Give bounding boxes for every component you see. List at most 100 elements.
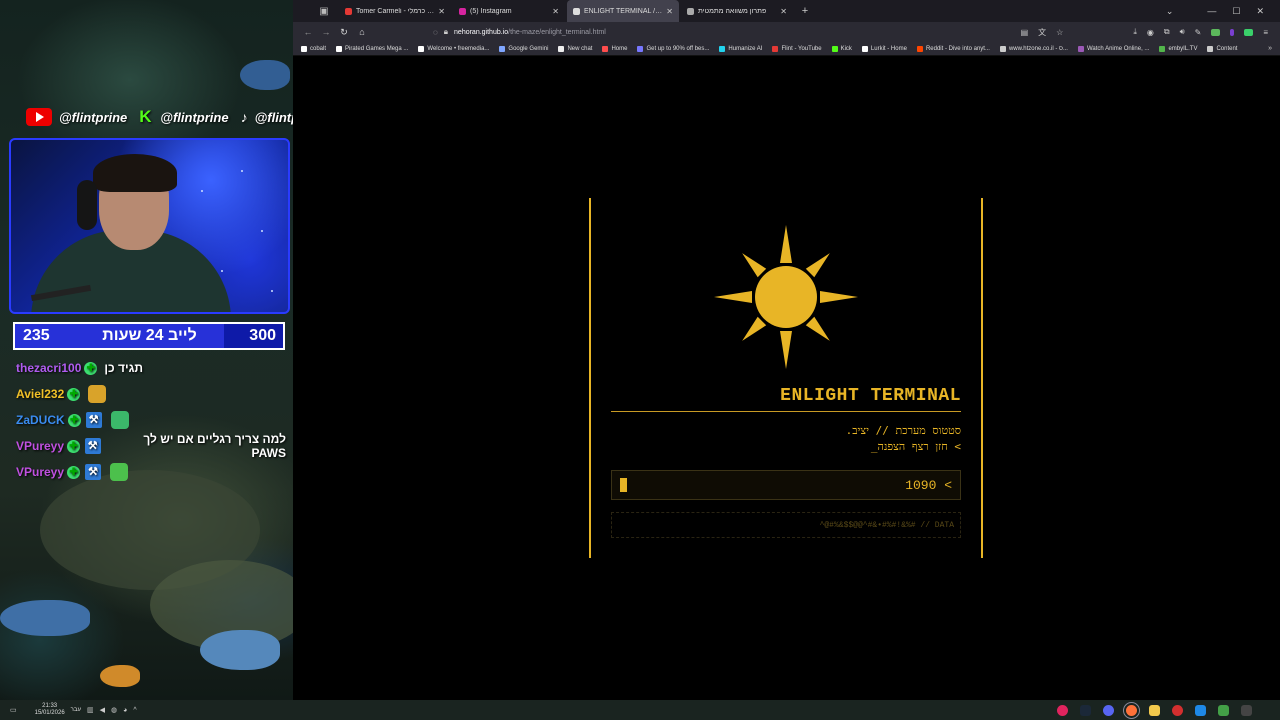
bookmark-item[interactable]: embyIL.TV bbox=[1159, 45, 1197, 52]
subathon-counter: 235 לייב 24 שעות 300 bbox=[13, 322, 285, 350]
url-path: /the-maze/enlight_terminal.html bbox=[508, 28, 606, 36]
bookmark-item[interactable]: cobalt bbox=[301, 45, 326, 52]
browser-tab[interactable]: ENLIGHT TERMINAL / אנליגיט ✕ bbox=[567, 0, 679, 22]
home-button[interactable]: ⌂ bbox=[353, 27, 371, 37]
maximize-button[interactable]: ☐ bbox=[1232, 6, 1240, 17]
bookmarks-overflow-icon[interactable]: » bbox=[1268, 45, 1272, 52]
bookmark-item[interactable]: Get up to 90% off bes... bbox=[637, 45, 710, 52]
url-bar[interactable]: ◌ 🔒︎ nehoran.github.io/the-maze/enlight_… bbox=[433, 24, 606, 40]
extension-icon[interactable] bbox=[1211, 28, 1221, 36]
bookmark-item[interactable]: Watch Anime Online, ... bbox=[1077, 45, 1150, 52]
bookmark-favicon-icon bbox=[1159, 45, 1166, 52]
bookmark-star-icon[interactable]: ☆ bbox=[1056, 28, 1063, 37]
volume-icon[interactable]: ◀ bbox=[100, 706, 105, 714]
bookmark-item[interactable]: Welcome • freemedia... bbox=[418, 45, 489, 52]
reader-view-icon[interactable]: ▤ bbox=[1021, 28, 1029, 37]
translate-icon[interactable]: 文 bbox=[1038, 27, 1046, 38]
bookmark-label: Home bbox=[611, 45, 628, 52]
extension-icon[interactable] bbox=[1230, 28, 1235, 36]
file-explorer-icon[interactable] bbox=[1149, 704, 1160, 716]
sun-ray bbox=[742, 316, 767, 341]
clock[interactable]: 21:33 15/01/2026 bbox=[35, 703, 65, 717]
bookmark-favicon-icon bbox=[999, 45, 1006, 52]
chat-username[interactable]: VPureyy bbox=[16, 465, 64, 479]
streamer-hair bbox=[93, 154, 177, 192]
bookmark-item[interactable]: Google Gemini bbox=[499, 45, 549, 52]
extension-icon[interactable] bbox=[1244, 28, 1254, 36]
browser-tab[interactable]: (5) Instagram ✕ bbox=[453, 0, 565, 22]
tiktok-icon: ♪ bbox=[240, 109, 248, 125]
chat-text: תגיד כן bbox=[104, 361, 143, 375]
close-tab-icon[interactable]: ✕ bbox=[666, 7, 673, 16]
bookmark-favicon-icon bbox=[499, 45, 506, 52]
tab-list-icon[interactable]: ▣ bbox=[313, 0, 335, 22]
chat-message: ZaDUCK ✚ ⚒ bbox=[16, 407, 286, 433]
bookmark-item[interactable]: Home bbox=[602, 45, 628, 52]
reload-button[interactable]: ↻ bbox=[335, 27, 353, 38]
steam-icon[interactable] bbox=[1080, 704, 1091, 716]
chevron-up-icon[interactable]: ^ bbox=[133, 707, 136, 714]
app-icon[interactable] bbox=[1218, 704, 1229, 716]
bookmark-label: Google Gemini bbox=[508, 45, 549, 52]
app-icon[interactable] bbox=[1195, 704, 1206, 716]
firefox-icon[interactable] bbox=[1123, 701, 1140, 719]
extension-icon[interactable]: ✎ bbox=[1195, 28, 1202, 37]
chat-list: thezacri100 ✚ תגיד כן Aviel232 ✚ ZaDUCK ✚ ⚒ VPur… bbox=[16, 355, 286, 485]
bookmark-item[interactable]: Lurkit - Home bbox=[861, 45, 907, 52]
taskbar-apps bbox=[1057, 701, 1280, 719]
network-icon[interactable]: ◍ bbox=[111, 706, 117, 714]
app-icon[interactable] bbox=[1057, 704, 1068, 716]
browser-window: ▣ Tomer Carmeli - תומר כרמלי - Y✕(5) Ins… bbox=[293, 0, 1280, 700]
new-tab-button[interactable]: + bbox=[795, 5, 815, 17]
back-button[interactable]: ← bbox=[299, 27, 317, 37]
app-icon[interactable] bbox=[1172, 704, 1183, 716]
audio-icon[interactable]: 🔊︎ bbox=[1180, 27, 1185, 37]
close-tab-icon[interactable]: ✕ bbox=[438, 7, 445, 16]
downloads-icon[interactable]: ⤓ bbox=[1133, 27, 1137, 37]
minimize-button[interactable]: — bbox=[1207, 6, 1216, 16]
chevron-down-icon[interactable]: ⌄ bbox=[1166, 6, 1174, 17]
extensions-icon[interactable]: ⧉ bbox=[1164, 27, 1170, 37]
bookmark-item[interactable]: Humanize AI bbox=[719, 45, 762, 52]
notification-icon[interactable]: ▭ bbox=[10, 706, 17, 714]
sub-badge-icon: ✚ bbox=[67, 439, 80, 453]
discord-icon[interactable] bbox=[1103, 704, 1114, 716]
bookmark-label: Get up to 90% off bes... bbox=[646, 45, 710, 52]
bookmark-favicon-icon bbox=[916, 45, 923, 52]
browser-tab[interactable]: פתרון משוואה מתמטית ✕ bbox=[681, 0, 793, 22]
bookmark-item[interactable]: Kick bbox=[831, 45, 852, 52]
page-content: ENLIGHT TERMINAL סטטוס מערכת // יציב. > … bbox=[293, 56, 1280, 700]
chat-message: Aviel232 ✚ bbox=[16, 381, 286, 407]
terminal-title: ENLIGHT TERMINAL bbox=[780, 386, 961, 406]
browser-tab[interactable]: Tomer Carmeli - תומר כרמלי - Y ✕ bbox=[339, 0, 451, 22]
webcam-feed bbox=[9, 138, 290, 314]
chat-username[interactable]: ZaDUCK bbox=[16, 413, 65, 427]
bookmark-item[interactable]: www.htzone.co.il - ס... bbox=[999, 45, 1068, 52]
account-icon[interactable]: ◉ bbox=[1147, 28, 1154, 37]
chat-username[interactable]: thezacri100 bbox=[16, 361, 81, 375]
code-input[interactable]: 1090 < bbox=[611, 470, 961, 500]
app-icon[interactable] bbox=[1241, 704, 1252, 716]
bookmark-item[interactable]: Content bbox=[1207, 45, 1238, 52]
bookmark-label: Content bbox=[1216, 45, 1238, 52]
bookmark-label: Watch Anime Online, ... bbox=[1086, 45, 1150, 52]
bookmark-item[interactable]: Pirated Games Mega ... bbox=[336, 45, 408, 52]
chat-username[interactable]: VPureyy bbox=[16, 439, 64, 453]
close-tab-icon[interactable]: ✕ bbox=[552, 7, 559, 16]
close-tab-icon[interactable]: ✕ bbox=[780, 7, 787, 16]
language-indicator[interactable]: עבר bbox=[71, 707, 81, 713]
bookmark-item[interactable]: New chat bbox=[558, 45, 592, 52]
menu-icon[interactable]: ≡ bbox=[1263, 28, 1268, 37]
discord-tray-icon[interactable]: ◕ bbox=[123, 707, 127, 714]
moderator-badge-icon: ⚒ bbox=[85, 412, 102, 428]
chat-username[interactable]: Aviel232 bbox=[16, 387, 64, 401]
bookmark-item[interactable]: Reddit - Dive into anyt... bbox=[916, 45, 990, 52]
emote-icon bbox=[110, 463, 129, 481]
bookmark-item[interactable]: Flint - YouTube bbox=[772, 45, 822, 52]
forward-button[interactable]: → bbox=[317, 27, 335, 37]
status-line: סטטוס מערכת // יציב. bbox=[845, 424, 961, 437]
lock-icon[interactable]: 🔒︎ bbox=[444, 27, 448, 37]
close-window-button[interactable]: ✕ bbox=[1256, 6, 1264, 17]
battery-icon[interactable]: ▥ bbox=[87, 706, 94, 714]
site-info-icon[interactable]: ◌ bbox=[433, 28, 438, 37]
